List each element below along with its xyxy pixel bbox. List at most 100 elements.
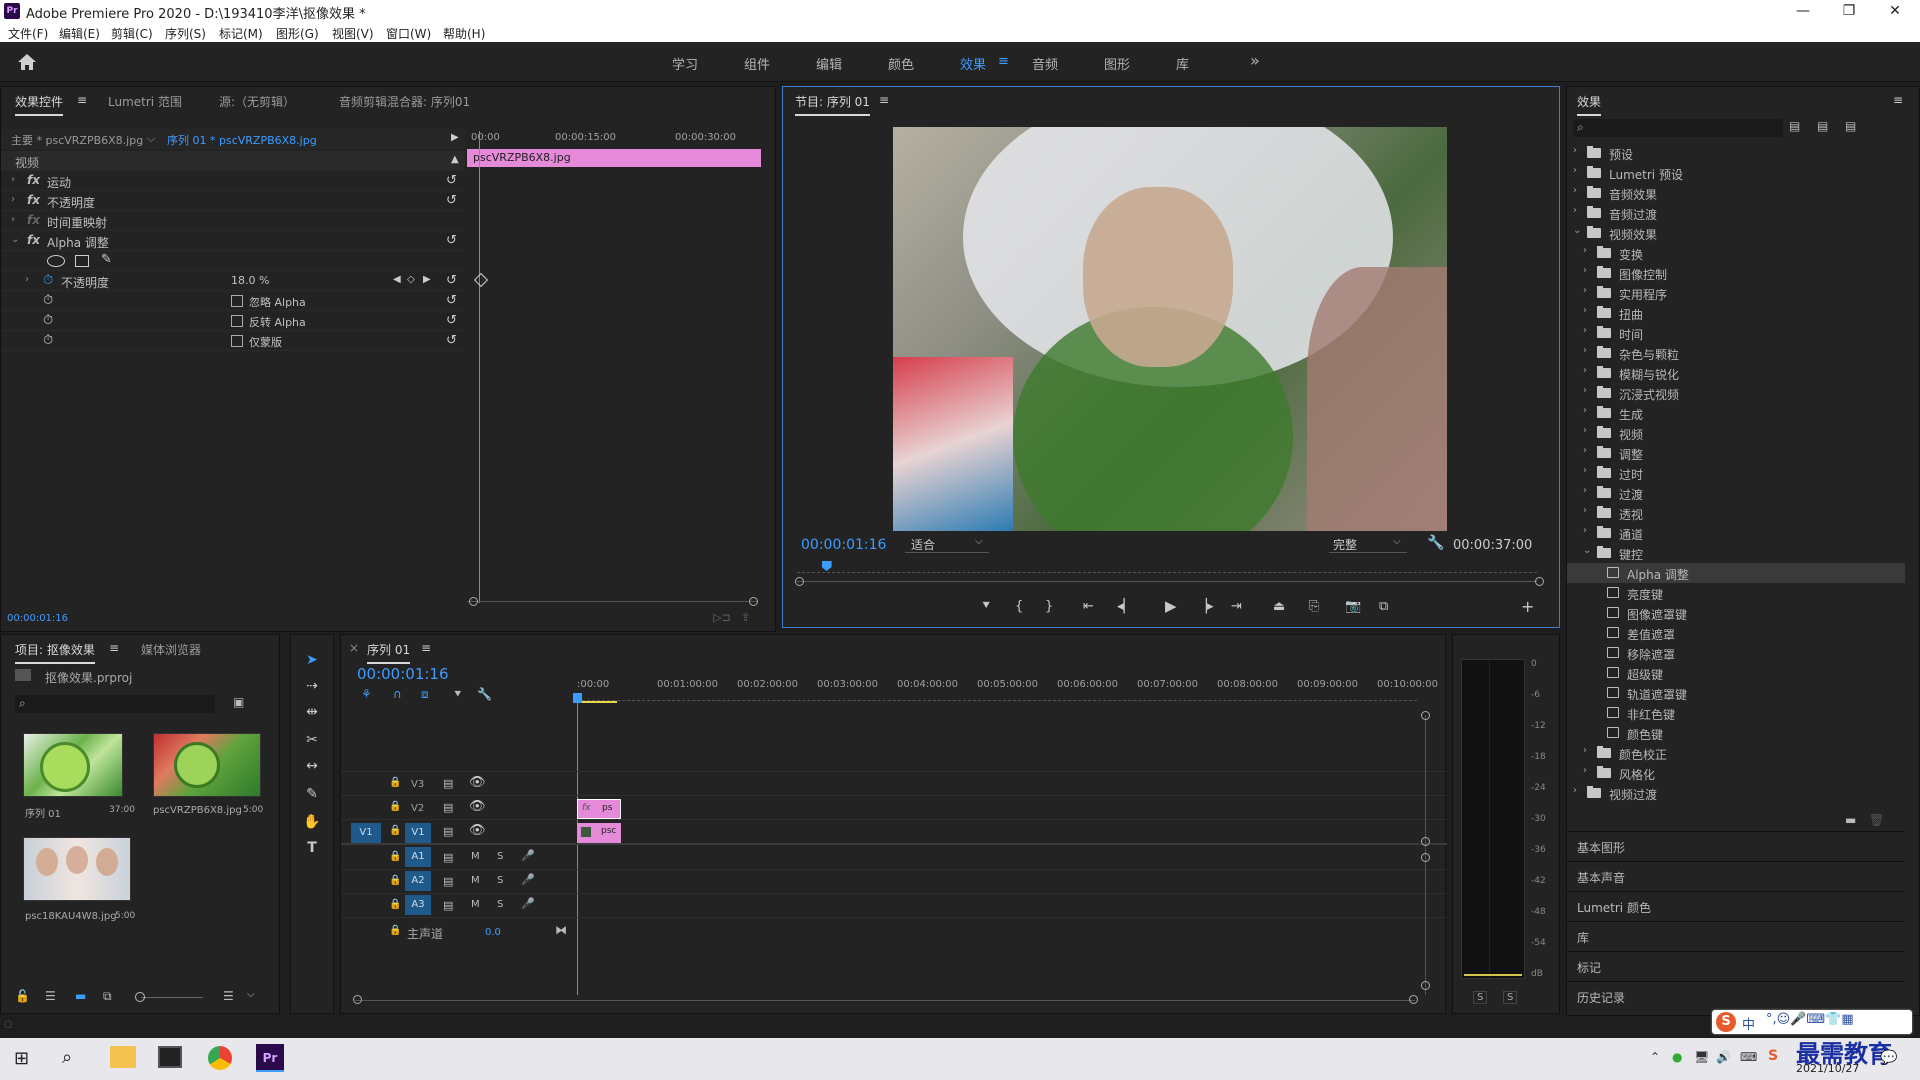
program-monitor-title[interactable]: 节目: 序列 01 bbox=[795, 93, 870, 116]
chevron-right-icon[interactable]: › bbox=[1583, 365, 1587, 376]
panel-menu-icon[interactable]: ≡ bbox=[421, 641, 431, 655]
sort-icon[interactable]: ☰ bbox=[223, 989, 234, 1003]
stopwatch-icon[interactable]: ⏱ bbox=[43, 273, 53, 288]
hand-tool-icon[interactable]: ✋ bbox=[301, 811, 323, 833]
mask-only-checkbox[interactable] bbox=[231, 335, 243, 347]
effects-tree-item[interactable]: › 过渡 bbox=[1567, 483, 1905, 503]
freeform-view-icon[interactable]: ⧉ bbox=[103, 989, 112, 1004]
go-to-in-icon[interactable]: ⇤ bbox=[1083, 599, 1094, 614]
effects-tree-item[interactable]: › 时间 bbox=[1567, 323, 1905, 343]
chevron-right-icon[interactable]: › bbox=[1583, 385, 1587, 396]
ec-time-ruler[interactable]: 00:00 00:00:15:00 00:00:30:00 bbox=[467, 129, 775, 149]
effects-tree-item[interactable]: Alpha 调整 bbox=[1567, 563, 1905, 583]
opacity-value[interactable]: 18.0 % bbox=[231, 274, 269, 287]
timeline-playhead-head[interactable] bbox=[573, 693, 582, 703]
workspace-graphics[interactable]: 图形 bbox=[1104, 54, 1130, 73]
chevron-right-icon[interactable]: › bbox=[1583, 505, 1587, 516]
effects-tree-item[interactable]: › 图像控制 bbox=[1567, 263, 1905, 283]
mark-in-icon[interactable]: { bbox=[1015, 599, 1023, 614]
sequence-clip-label[interactable]: 序列 01 * pscVRZPB6X8.jpg bbox=[167, 132, 317, 148]
menu-file[interactable]: 文件(F) bbox=[8, 25, 48, 42]
track-lock-icon[interactable]: 🔒 bbox=[389, 777, 401, 788]
solo-button[interactable]: S bbox=[497, 875, 503, 886]
stopwatch-icon[interactable]: ⏱ bbox=[43, 293, 53, 308]
sync-lock-icon[interactable]: ▤ bbox=[443, 851, 453, 864]
panel-menu-icon[interactable]: ≡ bbox=[109, 641, 119, 655]
type-tool-icon[interactable]: T bbox=[301, 837, 323, 859]
timeline-ruler[interactable]: :00:00 00:01:00:00 00:02:00:00 00:03:00:00 0… bbox=[577, 677, 1438, 701]
go-to-out-icon[interactable]: ⇥ bbox=[1231, 599, 1242, 614]
zoom-handle[interactable] bbox=[469, 597, 478, 606]
new-bin-icon[interactable]: ▣ bbox=[233, 695, 244, 709]
home-icon[interactable] bbox=[16, 52, 38, 72]
premiere-taskbar-icon[interactable]: Pr bbox=[256, 1044, 284, 1072]
zoom-handle[interactable] bbox=[749, 597, 758, 606]
mark-out-icon[interactable]: } bbox=[1045, 599, 1053, 614]
effects-tree-item[interactable]: › 音频效果 bbox=[1567, 183, 1905, 203]
menu-clip[interactable]: 剪辑(C) bbox=[111, 25, 153, 42]
pen-mask-icon[interactable]: ✎ bbox=[101, 252, 112, 267]
master-volume-value[interactable]: 0.0 bbox=[485, 927, 501, 938]
close-button[interactable]: ✕ bbox=[1872, 0, 1918, 22]
keyframe-icon[interactable] bbox=[473, 272, 489, 288]
ec-timecode[interactable]: 00:00:01:16 bbox=[7, 613, 68, 624]
timeline-timecode[interactable]: 00:00:01:16 bbox=[357, 665, 449, 683]
reset-icon[interactable]: ↺ bbox=[446, 313, 457, 328]
solo-right-button[interactable]: S bbox=[1503, 991, 1518, 1004]
effects-tree-item[interactable]: › 透视 bbox=[1567, 503, 1905, 523]
filter-icon[interactable]: ▷⊐ bbox=[713, 611, 731, 624]
fx-icon[interactable]: fx bbox=[27, 233, 40, 247]
track-label-a2[interactable]: A2 bbox=[405, 871, 431, 891]
chevron-down-icon[interactable]: ⌄ bbox=[1583, 545, 1591, 556]
effects-tree-item[interactable]: › 调整 bbox=[1567, 443, 1905, 463]
menu-marker[interactable]: 标记(M) bbox=[219, 25, 263, 42]
effects-tree-item[interactable]: 亮度键 bbox=[1567, 583, 1905, 603]
toggle-output-icon[interactable]: 👁 bbox=[469, 823, 486, 838]
minimize-button[interactable]: — bbox=[1780, 0, 1826, 22]
chevron-right-icon[interactable]: › bbox=[1583, 425, 1587, 436]
clip-v2[interactable]: fx ps bbox=[577, 799, 621, 819]
zoom-handle[interactable] bbox=[1535, 577, 1544, 586]
tab-lumetri-scopes[interactable]: Lumetri 范围 bbox=[108, 93, 182, 110]
program-playhead[interactable] bbox=[821, 561, 832, 571]
panel-essential-sound[interactable]: 基本声音 bbox=[1567, 861, 1905, 889]
chevron-right-icon[interactable]: › bbox=[1583, 465, 1587, 476]
thumbnail-sequence[interactable] bbox=[23, 733, 123, 797]
chevron-right-icon[interactable]: › bbox=[1573, 145, 1577, 156]
tab-source[interactable]: 源:（无剪辑） bbox=[219, 93, 295, 110]
track-lock-icon[interactable]: 🔒 bbox=[389, 899, 401, 910]
sync-lock-icon[interactable]: ▤ bbox=[443, 825, 453, 838]
fx-icon[interactable]: fx bbox=[27, 193, 40, 207]
toggle-output-icon[interactable]: 👁 bbox=[469, 775, 486, 790]
ripple-edit-tool-icon[interactable]: ⇹ bbox=[301, 701, 323, 723]
icon-view-icon[interactable]: ▬ bbox=[75, 989, 86, 1003]
chevron-down-icon[interactable]: ⌵ bbox=[247, 989, 255, 1000]
effects-tree-item[interactable]: › 过时 bbox=[1567, 463, 1905, 483]
program-video-frame[interactable] bbox=[893, 127, 1447, 531]
effects-tree-item[interactable]: 差值遮罩 bbox=[1567, 623, 1905, 643]
network-icon[interactable]: 🖥 bbox=[1694, 1050, 1709, 1064]
snap-icon[interactable]: ∩ bbox=[393, 687, 402, 701]
volume-icon[interactable]: 🔊 bbox=[1716, 1050, 1731, 1064]
chevron-right-icon[interactable]: › bbox=[1583, 245, 1587, 256]
ignore-alpha-checkbox[interactable] bbox=[231, 295, 243, 307]
sync-lock-icon[interactable]: ▤ bbox=[443, 875, 453, 888]
chevron-up-icon[interactable]: ⌃ bbox=[1650, 1050, 1660, 1064]
reset-icon[interactable]: ↺ bbox=[446, 233, 457, 248]
chevron-right-icon[interactable]: › bbox=[1583, 345, 1587, 356]
workspace-effects[interactable]: 效果 bbox=[960, 54, 986, 73]
chevron-down-icon[interactable]: ⌄ bbox=[1573, 225, 1581, 236]
effects-tree-item[interactable]: › 杂色与颗粒 bbox=[1567, 343, 1905, 363]
next-keyframe-icon[interactable]: ▶ bbox=[423, 274, 431, 285]
effects-tree-item[interactable]: › 风格化 bbox=[1567, 763, 1905, 783]
solo-left-button[interactable]: S bbox=[1473, 991, 1488, 1004]
clip-v1[interactable]: psc bbox=[577, 823, 621, 843]
chevron-right-icon[interactable]: › bbox=[1573, 205, 1577, 216]
zoom-handle[interactable] bbox=[795, 577, 804, 586]
toggle-output-icon[interactable]: 👁 bbox=[469, 799, 486, 814]
mic-icon[interactable]: 🎤 bbox=[521, 849, 535, 862]
effect-row-opacity[interactable]: › fx 不透明度 ↺ bbox=[1, 191, 465, 211]
quality-dropdown[interactable]: 完整 ⌵ bbox=[1329, 535, 1407, 553]
tray-app-icon[interactable]: ● bbox=[1672, 1050, 1682, 1064]
effects-tree-item[interactable]: › 预设 bbox=[1567, 143, 1905, 163]
